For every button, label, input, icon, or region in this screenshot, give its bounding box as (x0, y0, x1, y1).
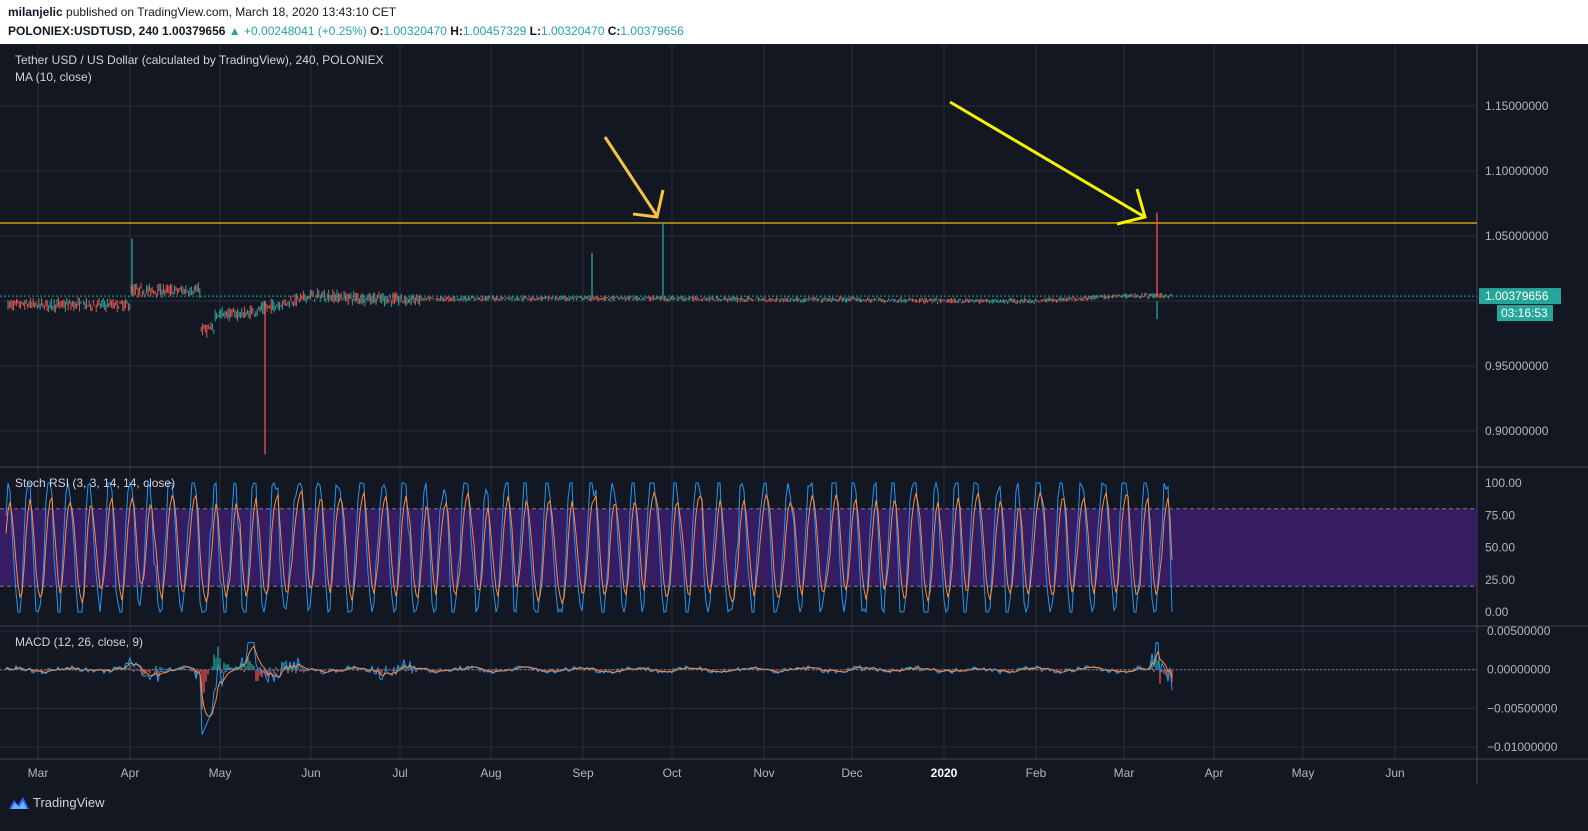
stoch-pane-title[interactable]: Stoch RSI (3, 3, 14, 14, close) (15, 476, 175, 490)
x-tick-label: Feb (1026, 766, 1047, 780)
last-price: 1.00379656 (162, 24, 226, 38)
grid-lines (0, 44, 1588, 785)
stoch-rsi-pane (0, 481, 1477, 614)
macd-tick-label: −0.00500000 (1487, 701, 1558, 715)
price-tick-label: 0.95000000 (1485, 359, 1549, 373)
stoch-tick-label: 50.00 (1485, 541, 1515, 555)
author-name[interactable]: milanjelic (8, 5, 63, 19)
stoch-tick-label: 0.00 (1485, 605, 1509, 619)
ohlc-close-value: 1.00379656 (620, 24, 684, 38)
publish-info: milanjelic published on TradingView.com,… (8, 5, 396, 19)
macd-line (5, 642, 1173, 735)
x-tick-label: Apr (121, 766, 140, 780)
macd-tick-label: 0.00000000 (1487, 663, 1551, 677)
main-pane-title: Tether USD / US Dollar (calculated by Tr… (15, 53, 384, 67)
published-text: published on TradingView.com, March 18, … (66, 5, 397, 19)
ohlc-open-value: 1.00320470 (383, 24, 447, 38)
price-tick-label: 0.90000000 (1485, 424, 1549, 438)
macd-tick-label: 0.00500000 (1487, 624, 1551, 638)
x-tick-label: Jun (1385, 766, 1404, 780)
change-arrow-icon: ▲ (228, 24, 241, 38)
x-tick-label: Aug (480, 766, 501, 780)
symbol-name[interactable]: POLONIEX:USDTUSD, 240 (8, 24, 159, 38)
price-axes: 1.15000000 1.10000000 1.05000000 0.95000000… (1479, 99, 1561, 754)
x-tick-label: Dec (841, 766, 862, 780)
ohlc-low-label: L: (529, 24, 541, 38)
x-tick-label: May (209, 766, 232, 780)
x-tick-label: Mar (1114, 766, 1135, 780)
x-tick-label: Oct (663, 766, 682, 780)
tradingview-logo-icon[interactable] (8, 796, 30, 810)
macd-pane-title[interactable]: MACD (12, 26, close, 9) (15, 635, 143, 649)
stoch-tick-label: 100.00 (1485, 476, 1522, 490)
x-tick-label: Apr (1205, 766, 1224, 780)
tradingview-brand[interactable]: TradingView (33, 795, 105, 810)
macd-histogram (5, 646, 1173, 710)
macd-tick-label: −0.01000000 (1487, 740, 1558, 754)
x-tick-label: Nov (753, 766, 774, 780)
publish-header: milanjelic published on TradingView.com,… (0, 0, 1588, 44)
annotation-arrowhead (1116, 188, 1147, 226)
ohlc-low-value: 1.00320470 (540, 24, 605, 38)
countdown-label: 03:16:53 (1501, 306, 1548, 320)
ohlc-open-label: O: (370, 24, 384, 38)
time-axis: Mar Apr May Jun Jul Aug Sep Oct Nov Dec 2020 Feb Mar… (28, 766, 1405, 780)
macd-pane (0, 642, 1477, 735)
price-tick-label: 1.10000000 (1485, 164, 1549, 178)
x-tick-label: Jul (392, 766, 407, 780)
x-tick-label: May (1292, 766, 1315, 780)
x-tick-label: Jun (301, 766, 320, 780)
chart-canvas[interactable]: 1.15000000 1.10000000 1.05000000 0.95000000… (0, 44, 1588, 785)
annotation-arrow (949, 100, 1144, 218)
x-tick-label: Sep (572, 766, 594, 780)
annotation-arrow (603, 136, 659, 217)
x-tick-label: Mar (28, 766, 49, 780)
current-price-label: 1.00379656 (1485, 289, 1549, 303)
ohlc-high-value: 1.00457329 (462, 24, 527, 38)
macd-signal-line (5, 645, 1173, 717)
stoch-tick-label: 75.00 (1485, 508, 1515, 522)
candlestick-series (7, 212, 1172, 455)
price-change: +0.00248041 (+0.25%) (244, 24, 367, 38)
x-tick-label: 2020 (931, 766, 958, 780)
ohlc-close-label: C: (607, 24, 621, 38)
price-tick-label: 1.05000000 (1485, 229, 1549, 243)
symbol-line: POLONIEX:USDTUSD, 240 1.00379656 ▲ +0.00… (8, 24, 684, 38)
footer (0, 785, 1588, 831)
ohlc-high-label: H: (450, 24, 463, 38)
price-tick-label: 1.15000000 (1485, 99, 1549, 113)
main-price-pane (0, 100, 1477, 455)
stoch-tick-label: 25.00 (1485, 573, 1515, 587)
ma-indicator-label[interactable]: MA (10, close) (15, 70, 92, 84)
